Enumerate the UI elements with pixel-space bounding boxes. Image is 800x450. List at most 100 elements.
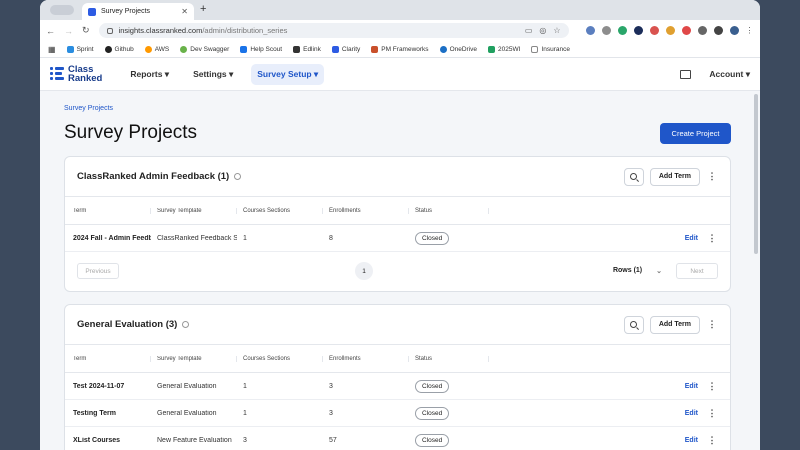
menu-reports[interactable]: Reports ▾ <box>124 64 175 85</box>
bookmark-pm-frameworks[interactable]: PM Frameworks <box>371 45 429 53</box>
status-cell: Closed <box>409 406 489 420</box>
puzzle-icon[interactable] <box>697 26 707 35</box>
search-icon <box>630 321 638 328</box>
extension-icon[interactable] <box>601 26 611 35</box>
bookmark-label: OneDrive <box>449 45 478 53</box>
bookmark-github[interactable]: Github <box>104 45 134 53</box>
edit-link[interactable]: Edit <box>685 437 698 444</box>
bookmark-onedrive[interactable]: OneDrive <box>439 45 478 53</box>
bookmark-clarity[interactable]: Clarity <box>331 45 360 53</box>
github-icon <box>104 45 112 53</box>
extension-icon[interactable] <box>665 26 675 35</box>
download-icon[interactable] <box>713 26 723 35</box>
eye-off-icon[interactable]: ◎ <box>539 26 546 35</box>
column-header[interactable]: Term <box>65 355 151 362</box>
row-more-icon[interactable]: ⋮ <box>706 408 718 418</box>
table-row: Testing Term General Evaluation 1 3 Clos… <box>65 400 730 427</box>
enrollments-cell: 3 <box>329 382 333 390</box>
close-tab-icon[interactable]: ✕ <box>181 7 188 16</box>
browser-window: Survey Projects ✕ + ← → ↻ insights.class… <box>40 0 760 450</box>
add-term-button[interactable]: Add Term <box>649 315 700 334</box>
edit-link[interactable]: Edit <box>685 235 698 242</box>
bookmark-edlink[interactable]: Edlink <box>293 45 321 53</box>
column-header[interactable]: Courses Sections <box>237 355 323 362</box>
favicon-icon <box>88 7 96 16</box>
classranked-logo[interactable]: Class Ranked <box>50 65 102 83</box>
app-header: Class Ranked Reports ▾ Settings ▾ Survey… <box>40 58 760 91</box>
bookmark-help-scout[interactable]: Help Scout <box>240 45 282 53</box>
status-badge: Closed <box>415 406 450 420</box>
column-header[interactable]: Enrollments <box>323 355 409 362</box>
new-tab-icon[interactable]: + <box>200 3 206 15</box>
extension-icon[interactable] <box>633 26 643 35</box>
sections-cell: 3 <box>243 436 247 444</box>
menu-settings[interactable]: Settings ▾ <box>187 64 239 85</box>
extension-icon[interactable] <box>649 26 659 35</box>
column-header[interactable]: Term <box>65 207 151 214</box>
profile-avatar[interactable] <box>729 26 739 35</box>
row-more-icon[interactable]: ⋮ <box>706 381 718 391</box>
extension-icon[interactable] <box>681 26 691 35</box>
more-options-icon[interactable]: ⋮ <box>706 172 718 181</box>
column-header[interactable]: Status <box>409 207 489 214</box>
reload-icon[interactable]: ↻ <box>82 25 90 36</box>
clarity-icon <box>331 45 339 53</box>
column-header[interactable]: Survey Template <box>151 355 237 362</box>
site-info-icon[interactable] <box>106 27 113 34</box>
add-term-button[interactable]: Add Term <box>649 167 700 186</box>
breadcrumb[interactable]: Survey Projects <box>64 105 113 112</box>
forward-icon[interactable]: → <box>64 26 73 36</box>
browser-menu-icon[interactable]: ⋮ <box>746 26 754 35</box>
tab-survey-projects[interactable]: Survey Projects ✕ <box>82 3 194 20</box>
url-domain: insights.classranked.com <box>118 26 203 35</box>
column-header[interactable]: Status <box>409 355 489 362</box>
account-menu[interactable]: Account ▾ <box>709 69 750 80</box>
template-cell: New Feature Evaluation <box>157 436 232 444</box>
card-header: General Evaluation (3) Add Term ⋮ <box>65 305 730 345</box>
apps-grid-icon[interactable]: ▦ <box>48 45 56 54</box>
project-card: General Evaluation (3) Add Term ⋮ Term S… <box>64 304 731 450</box>
bookmark-aws[interactable]: AWS <box>144 45 169 53</box>
bookmarks-bar: ▦ Sprint Github AWS Dev Swagger Help Sco… <box>40 41 760 58</box>
template-cell: General Evaluation <box>157 409 217 417</box>
template-cell: General Evaluation <box>157 382 217 390</box>
rows-selector[interactable]: Rows (1) ⌄ <box>613 267 662 275</box>
cast-icon[interactable]: ▭ <box>525 26 533 35</box>
more-options-icon[interactable]: ⋮ <box>706 320 718 329</box>
search-button[interactable] <box>623 167 644 186</box>
previous-button[interactable]: Previous <box>77 263 119 279</box>
extension-icon[interactable] <box>617 26 627 35</box>
page-number[interactable]: 1 <box>355 262 373 280</box>
template-cell: ClassRanked Feedback S <box>157 234 237 242</box>
row-more-icon[interactable]: ⋮ <box>706 435 718 445</box>
next-button[interactable]: Next <box>676 263 718 279</box>
column-header[interactable]: Enrollments <box>323 207 409 214</box>
pagination: Previous 1 Rows (1) ⌄ Next <box>65 252 730 290</box>
edit-link[interactable]: Edit <box>685 383 698 390</box>
bookmark-insurance[interactable]: Insurance <box>531 45 570 53</box>
column-header[interactable]: Survey Template <box>151 207 237 214</box>
status-cell: Closed <box>409 231 489 245</box>
back-icon[interactable]: ← <box>46 26 55 36</box>
search-button[interactable] <box>623 315 644 334</box>
extension-icon[interactable] <box>585 26 595 35</box>
display-icon[interactable] <box>680 69 692 79</box>
menu-survey-setup[interactable]: Survey Setup ▾ <box>251 63 325 85</box>
rows-label: Rows (1) <box>612 267 643 274</box>
sections-cell: 1 <box>243 409 247 417</box>
column-header[interactable]: Courses Sections <box>237 207 323 214</box>
info-icon[interactable] <box>182 321 190 328</box>
row-more-icon[interactable]: ⋮ <box>706 233 718 243</box>
bookmark-2025wi[interactable]: 2025WI <box>488 45 520 53</box>
info-icon[interactable] <box>234 173 242 180</box>
create-project-button[interactable]: Create Project <box>660 123 731 144</box>
bookmark-dev-swagger[interactable]: Dev Swagger <box>180 45 229 53</box>
address-bar[interactable]: insights.classranked.com/admin/distribut… <box>98 23 569 38</box>
table-row: Test 2024-11-07 General Evaluation 1 3 C… <box>65 373 730 400</box>
tab-group-pill[interactable] <box>50 5 74 15</box>
term-cell: 2024 Fall - Admin Feedb <box>73 234 151 242</box>
edit-link[interactable]: Edit <box>685 410 698 417</box>
term-cell: XList Courses <box>73 436 121 444</box>
bookmark-sprint[interactable]: Sprint <box>66 45 94 53</box>
star-icon[interactable]: ☆ <box>553 26 560 35</box>
